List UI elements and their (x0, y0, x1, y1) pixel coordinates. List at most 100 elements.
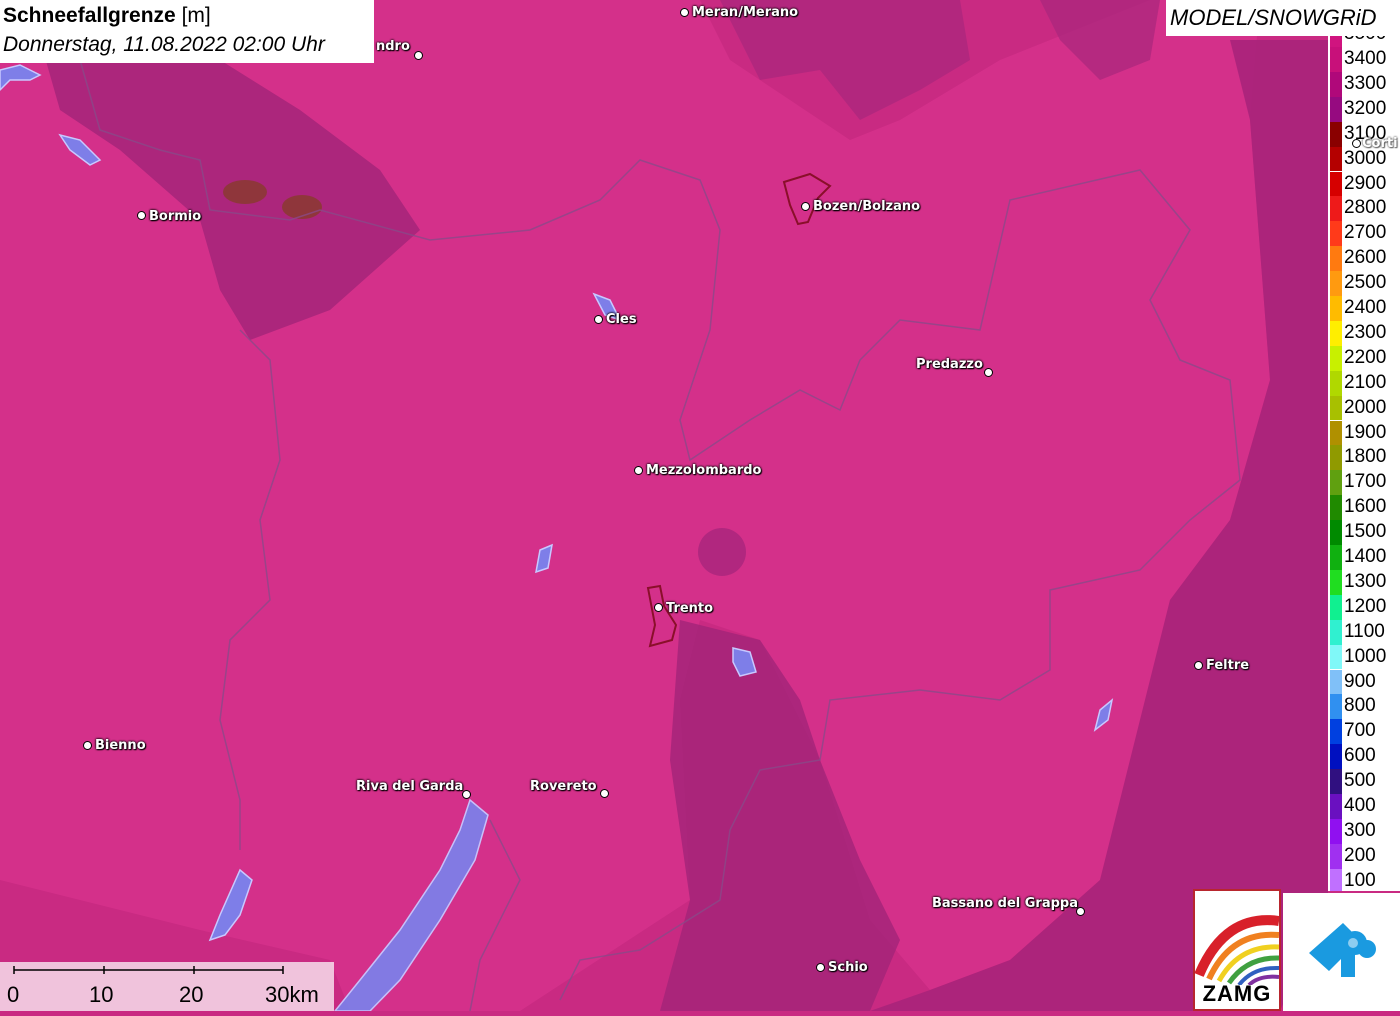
legend-label: 1300 (1344, 570, 1387, 592)
legend-swatch (1330, 868, 1342, 891)
legend-label: 1600 (1344, 496, 1387, 518)
city-dot (600, 789, 609, 798)
legend-label: 500 (1344, 770, 1376, 792)
legend-swatch (1330, 121, 1342, 147)
legend-swatch (1330, 594, 1342, 620)
legend-swatch (1330, 296, 1342, 321)
legend-swatch (1330, 495, 1342, 521)
legend-label: 1500 (1344, 521, 1387, 543)
city-dot (1194, 661, 1203, 670)
scale-bar: 0 10 20 30km (0, 962, 334, 1011)
city-label: ndro (376, 39, 410, 54)
city-dot (1352, 139, 1361, 148)
legend-swatch (1330, 445, 1342, 471)
legend-label: 300 (1344, 819, 1376, 841)
cloud-drop-icon (1309, 923, 1376, 977)
legend-swatch (1330, 644, 1342, 670)
legend-swatch (1330, 221, 1342, 247)
legend-swatch (1330, 171, 1342, 197)
legend-label: 1200 (1344, 595, 1387, 617)
city-label: Meran/Merano (692, 5, 799, 20)
legend-swatch (1330, 818, 1342, 844)
city-dot (680, 8, 689, 17)
city-dot (414, 51, 423, 60)
legend-label: 2500 (1344, 272, 1387, 294)
brown-patch (223, 180, 267, 204)
legend-swatch (1330, 320, 1342, 346)
legend-swatch (1330, 47, 1342, 72)
legend-swatch (1330, 769, 1342, 794)
city-label: Bozen/Bolzano (813, 199, 921, 214)
legend-label: 2700 (1344, 222, 1387, 244)
city-label: Corti (1362, 136, 1398, 151)
city-dot (634, 466, 643, 475)
city-label: Bormio (149, 209, 202, 224)
city-dot (137, 211, 146, 220)
dark-spot (698, 528, 746, 576)
legend-label: 2000 (1344, 396, 1387, 418)
city-label: Predazzo (916, 357, 983, 372)
legend-swatch (1330, 96, 1342, 122)
city-label: Rovereto (530, 779, 597, 794)
legend-swatch (1330, 395, 1342, 421)
legend-swatch (1330, 246, 1342, 272)
legend-swatch (1330, 843, 1342, 869)
legend-label: 3000 (1344, 147, 1387, 169)
legend-label: 2800 (1344, 197, 1387, 219)
city-label: Schio (828, 960, 868, 975)
scale-label: 30km (265, 982, 319, 1007)
legend-label: 1700 (1344, 471, 1387, 493)
legend-label: 2600 (1344, 247, 1387, 269)
legend-label: 1100 (1344, 620, 1385, 642)
legend-swatch (1330, 744, 1342, 770)
zamg-logo: ZAMG (1193, 889, 1281, 1011)
legend-label: 400 (1344, 795, 1376, 816)
city-label: Cles (606, 312, 637, 327)
city-dot (816, 963, 825, 972)
city-label: Mezzolombardo (646, 463, 762, 478)
legend-label: 1800 (1344, 446, 1387, 468)
legend-label: 1400 (1344, 546, 1387, 567)
snowfall-line-map (0, 0, 1400, 1011)
legend-swatch (1330, 146, 1342, 172)
legend-label-top: 3500 (1344, 36, 1386, 44)
legend-label: 700 (1344, 720, 1376, 742)
legend-label: 2100 (1344, 371, 1387, 393)
city-label: Trento (666, 601, 714, 616)
legend-swatch (1330, 545, 1342, 570)
legend-label: 1900 (1344, 421, 1387, 443)
model-label: MODEL/SNOWGRiD (1170, 5, 1377, 30)
legend-label: 2400 (1344, 297, 1387, 318)
city-dot (984, 368, 993, 377)
scale-label: 0 (7, 982, 20, 1007)
legend-swatch (1330, 196, 1342, 222)
legend-swatch (1330, 420, 1342, 446)
legend-label: 600 (1344, 745, 1376, 767)
scale-label: 20 (179, 982, 204, 1007)
legend-swatch (1330, 569, 1342, 595)
city-dot (594, 315, 603, 324)
legend-label: 2300 (1344, 321, 1387, 343)
legend-swatch (1330, 619, 1342, 645)
city-dot (654, 603, 663, 612)
model-box: MODEL/SNOWGRiD (1166, 0, 1400, 36)
map-title: Schneefallgrenze [m] (3, 4, 211, 28)
legend-label: 1000 (1344, 645, 1387, 667)
rainbow-icon (1195, 915, 1279, 985)
legend-swatch (1330, 370, 1342, 396)
legend-swatch (1330, 669, 1342, 695)
city-label: Feltre (1206, 658, 1250, 673)
city-dot (462, 790, 471, 799)
parameter-name: Schneefallgrenze (3, 4, 176, 27)
legend-swatch (1330, 794, 1342, 819)
legend-label: 800 (1344, 695, 1376, 717)
legend-swatch (1330, 345, 1342, 371)
legend-swatch (1330, 71, 1342, 97)
legend-label: 2200 (1344, 346, 1387, 368)
city-label: Bassano del Grappa (932, 896, 1078, 911)
legend-label: 3200 (1344, 97, 1387, 119)
legend-swatch (1330, 719, 1342, 745)
snowgrid-logo (1283, 893, 1400, 1011)
legend-label: 3400 (1344, 48, 1387, 69)
legend-swatch (1330, 694, 1342, 720)
